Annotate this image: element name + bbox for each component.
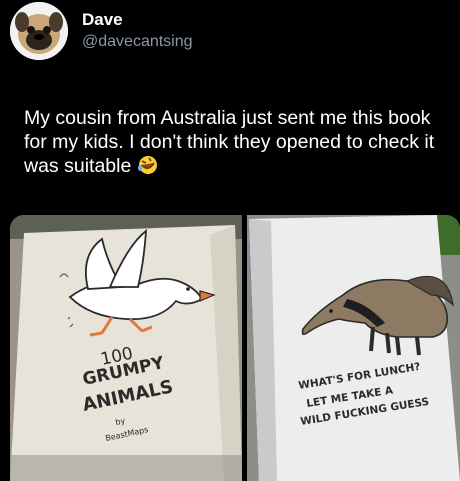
book-page-photo[interactable]: WHAT'S FOR LUNCH? LET ME TAKE A WILD FUC… [247,215,460,481]
tweet-media[interactable]: 100 GRUMPY ANIMALS by BeastMaps WHAT'S F… [10,215,460,481]
user-handle[interactable]: @davecantsing [82,33,193,51]
tweet-header: Dave @davecantsing [0,0,460,80]
book-cover-photo[interactable]: 100 GRUMPY ANIMALS by BeastMaps [10,215,242,481]
tweet-text: My cousin from Australia just sent me th… [24,106,454,178]
tweet-text-body: My cousin from Australia just sent me th… [24,107,435,177]
rolling-on-floor-laughing-emoji-icon [137,155,159,177]
pug-avatar-icon [10,2,68,60]
avatar[interactable] [10,2,68,60]
display-name[interactable]: Dave [82,10,123,30]
